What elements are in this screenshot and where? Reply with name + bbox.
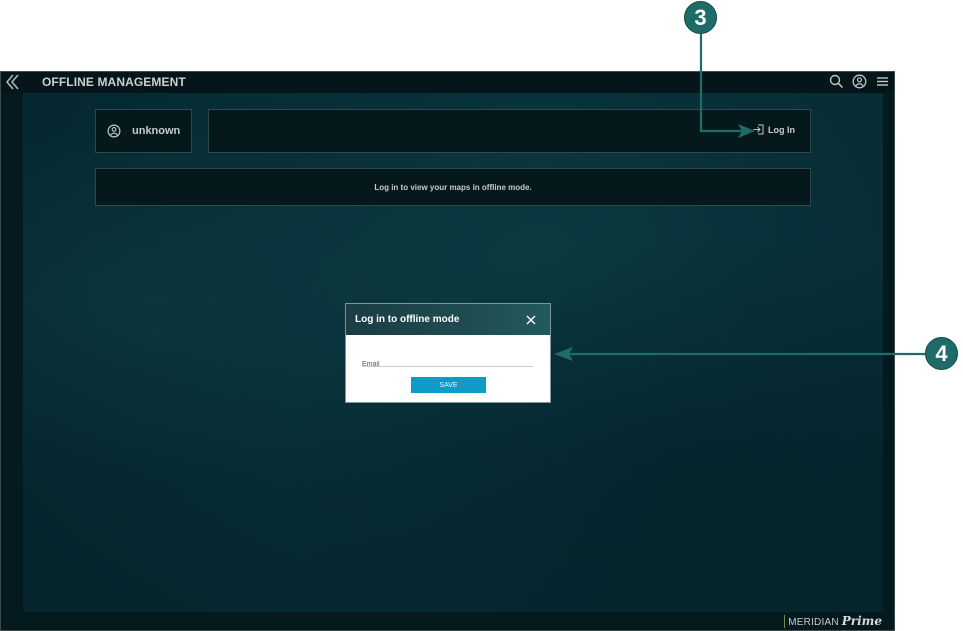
stage: OFFLINE MANAGEMENT unknown Log In Log in… (0, 0, 963, 631)
login-panel: Log In (208, 109, 811, 153)
login-dialog: Log in to offline mode SAVE (346, 304, 550, 402)
brand-suffix: Prime (841, 614, 882, 628)
hamburger-menu-icon[interactable] (875, 74, 890, 89)
close-icon[interactable] (526, 315, 536, 325)
callout-badge-3: 3 (684, 1, 717, 34)
log-in-button[interactable]: Log In (753, 124, 795, 135)
brand-tick (784, 615, 786, 628)
top-bar: OFFLINE MANAGEMENT (1, 72, 894, 93)
offline-message: Log in to view your maps in offline mode… (374, 182, 532, 192)
email-input[interactable] (362, 358, 533, 371)
offline-message-panel: Log in to view your maps in offline mode… (95, 168, 811, 206)
user-panel: unknown (95, 109, 192, 153)
email-field-wrapper (362, 353, 533, 371)
user-circle-icon (107, 124, 121, 138)
callout-badge-4: 4 (925, 337, 958, 370)
save-button[interactable]: SAVE (411, 377, 486, 393)
dialog-header: Log in to offline mode (346, 304, 550, 335)
username: unknown (132, 125, 181, 137)
double-chevron-left-icon[interactable] (5, 73, 21, 91)
search-icon[interactable] (829, 74, 844, 89)
brand-name: MERIDIAN (788, 617, 839, 628)
dialog-title: Log in to offline mode (355, 314, 460, 325)
user-circle-icon[interactable] (852, 74, 867, 89)
brand-logo: MERIDIAN Prime (784, 614, 882, 628)
top-bar-actions (829, 74, 890, 89)
log-in-label: Log In (768, 124, 795, 135)
page-title: OFFLINE MANAGEMENT (42, 75, 186, 89)
sign-in-icon (753, 124, 764, 135)
